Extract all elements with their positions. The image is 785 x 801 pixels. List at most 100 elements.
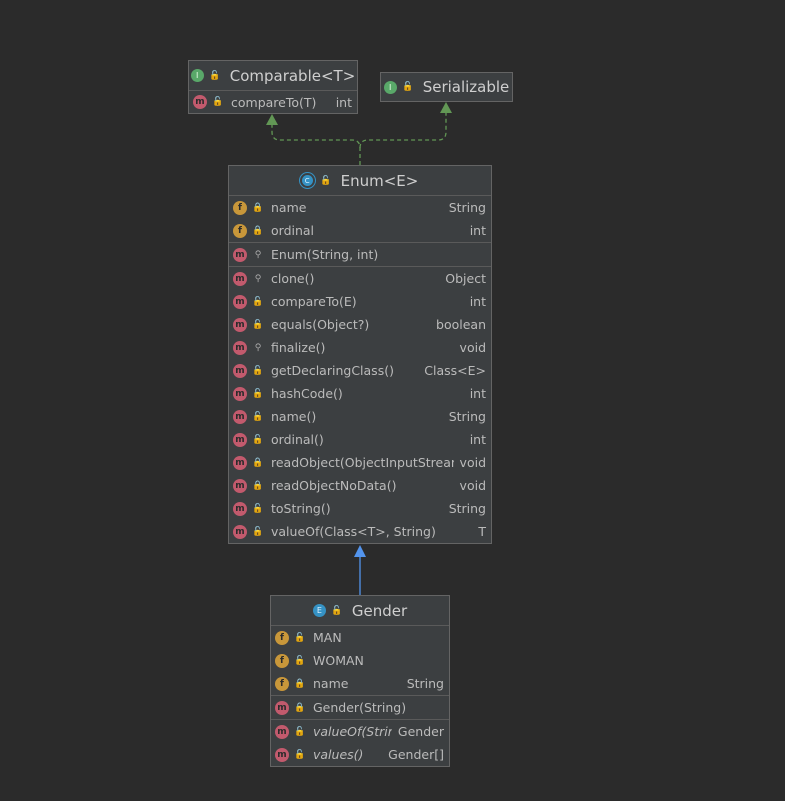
gender-header: E 🔓 Gender (271, 596, 449, 626)
field-icon: f (275, 653, 289, 668)
member-type: String (448, 501, 486, 516)
member-name: hashCode() (271, 386, 343, 401)
member-row[interactable]: m 🔓 hashCode() int (229, 382, 491, 405)
member-row[interactable]: m ⚲ Enum(String, int) (229, 243, 491, 266)
member-type: int (335, 94, 352, 110)
member-type: void (459, 455, 486, 470)
method-icon: m (233, 501, 247, 516)
member-type: Gender (397, 724, 444, 739)
private-icon: 🔒 (252, 480, 264, 491)
method-icon: m (233, 247, 247, 262)
method-icon: m (193, 95, 207, 109)
public-icon: 🔓 (209, 70, 221, 81)
member-type: int (469, 432, 486, 447)
member-row[interactable]: m ⚲ clone() Object (229, 267, 491, 290)
member-row[interactable]: m 🔓 getDeclaringClass() Class<E> (229, 359, 491, 382)
member-row[interactable]: f 🔒 name String (229, 196, 491, 219)
member-row[interactable]: f 🔒 name String (271, 672, 449, 695)
method-icon: m (233, 432, 247, 447)
interface-icon: I (190, 69, 204, 82)
member-row[interactable]: m 🔓 valueOf(Class<T>, String) T (229, 520, 491, 543)
field-icon: f (275, 676, 289, 691)
serializable-title: Serializable (422, 78, 510, 96)
member-type: int (469, 294, 486, 309)
member-row[interactable]: m 🔓 equals(Object?) boolean (229, 313, 491, 336)
member-name: toString() (271, 501, 331, 516)
member-row[interactable]: m 🔒 Gender(String) (271, 696, 449, 719)
package-private-icon: ⚲ (254, 273, 262, 284)
method-icon: m (233, 409, 247, 424)
member-row[interactable]: m 🔓 compareTo(E) int (229, 290, 491, 313)
member-row[interactable]: m 🔓 toString() String (229, 497, 491, 520)
member-row[interactable]: m 🔓 valueOf(String) Gender (271, 720, 449, 743)
gender-methods-section: m 🔓 valueOf(String) Gender m 🔓 values() Gender[… (271, 720, 449, 766)
member-row[interactable]: m ⚲ finalize() void (229, 336, 491, 359)
private-icon: 🔒 (252, 457, 264, 468)
field-icon: f (275, 630, 289, 645)
comparable-header: I 🔓 Comparable<T> (189, 61, 357, 91)
public-icon: 🔓 (252, 503, 264, 514)
private-icon: 🔒 (294, 702, 306, 713)
public-icon: 🔓 (252, 365, 264, 376)
method-icon: m (233, 386, 247, 401)
member-row[interactable]: m 🔓 ordinal() int (229, 428, 491, 451)
member-name: name (271, 200, 307, 215)
member-row[interactable]: m 🔒 readObject(ObjectInputStream?) void (229, 451, 491, 474)
field-icon: f (233, 200, 247, 215)
gender-enum-box[interactable]: E 🔓 Gender f 🔓 MAN f 🔓 WOMAN f 🔒 name String m 🔒 Ge… (270, 595, 450, 767)
package-private-icon: ⚲ (254, 342, 262, 353)
public-icon: 🔓 (252, 296, 264, 307)
method-icon: m (233, 363, 247, 378)
member-name: ordinal() (271, 432, 324, 447)
member-name: Gender(String) (313, 700, 407, 715)
member-row[interactable]: f 🔒 ordinal int (229, 219, 491, 242)
method-icon: m (233, 478, 247, 493)
member-name: getDeclaringClass() (271, 363, 394, 378)
member-type: int (469, 386, 486, 401)
method-icon: m (233, 340, 247, 355)
public-icon: 🔓 (294, 726, 306, 737)
method-icon: m (233, 524, 247, 539)
member-row[interactable]: m 🔒 readObjectNoData() void (229, 474, 491, 497)
member-name: ordinal (271, 223, 315, 238)
member-name: readObject(ObjectInputStream?) (271, 455, 454, 470)
member-type: String (406, 676, 444, 691)
public-icon: 🔓 (252, 319, 264, 330)
public-icon: 🔓 (331, 605, 343, 616)
member-name: Enum(String, int) (271, 247, 379, 262)
serializable-interface-box[interactable]: I 🔓 Serializable (380, 72, 513, 102)
member-row[interactable]: m 🔓 compareTo(T) int (189, 91, 357, 113)
member-type: T (478, 524, 486, 539)
method-icon: m (233, 317, 247, 332)
member-type: int (469, 223, 486, 238)
enum-title: Enum<E> (340, 171, 419, 190)
public-icon: 🔓 (212, 97, 224, 107)
extends-arrowhead (354, 545, 366, 557)
public-icon: 🔓 (402, 82, 414, 92)
member-row[interactable]: f 🔓 WOMAN (271, 649, 449, 672)
member-row[interactable]: m 🔓 name() String (229, 405, 491, 428)
public-icon: 🔓 (294, 749, 306, 760)
member-name: name() (271, 409, 317, 424)
member-name: MAN (313, 630, 342, 645)
comparable-title: Comparable<T> (229, 66, 356, 85)
comparable-members: m 🔓 compareTo(T) int (189, 91, 357, 113)
member-name: clone() (271, 271, 315, 286)
interface-icon: I (383, 80, 397, 94)
gender-constructors-section: m 🔒 Gender(String) (271, 696, 449, 720)
member-name: compareTo(T) (231, 94, 317, 110)
member-row[interactable]: f 🔓 MAN (271, 626, 449, 649)
method-icon: m (275, 747, 289, 762)
member-name: valueOf(Class<T>, String) (271, 524, 436, 539)
serializable-header: I 🔓 Serializable (381, 73, 512, 101)
member-type: Object (445, 271, 486, 286)
package-private-icon: ⚲ (254, 249, 262, 260)
field-icon: f (233, 223, 247, 238)
comparable-interface-box[interactable]: I 🔓 Comparable<T> m 🔓 compareTo(T) int (188, 60, 358, 114)
enum-constructors-section: m ⚲ Enum(String, int) (229, 243, 491, 267)
private-icon: 🔒 (252, 202, 264, 213)
implements-arrowhead (266, 114, 278, 125)
member-name: WOMAN (313, 653, 364, 668)
member-row[interactable]: m 🔓 values() Gender[] (271, 743, 449, 766)
enum-class-box[interactable]: C 🔓 Enum<E> f 🔒 name String f 🔒 ordinal int m ⚲ E… (228, 165, 492, 544)
